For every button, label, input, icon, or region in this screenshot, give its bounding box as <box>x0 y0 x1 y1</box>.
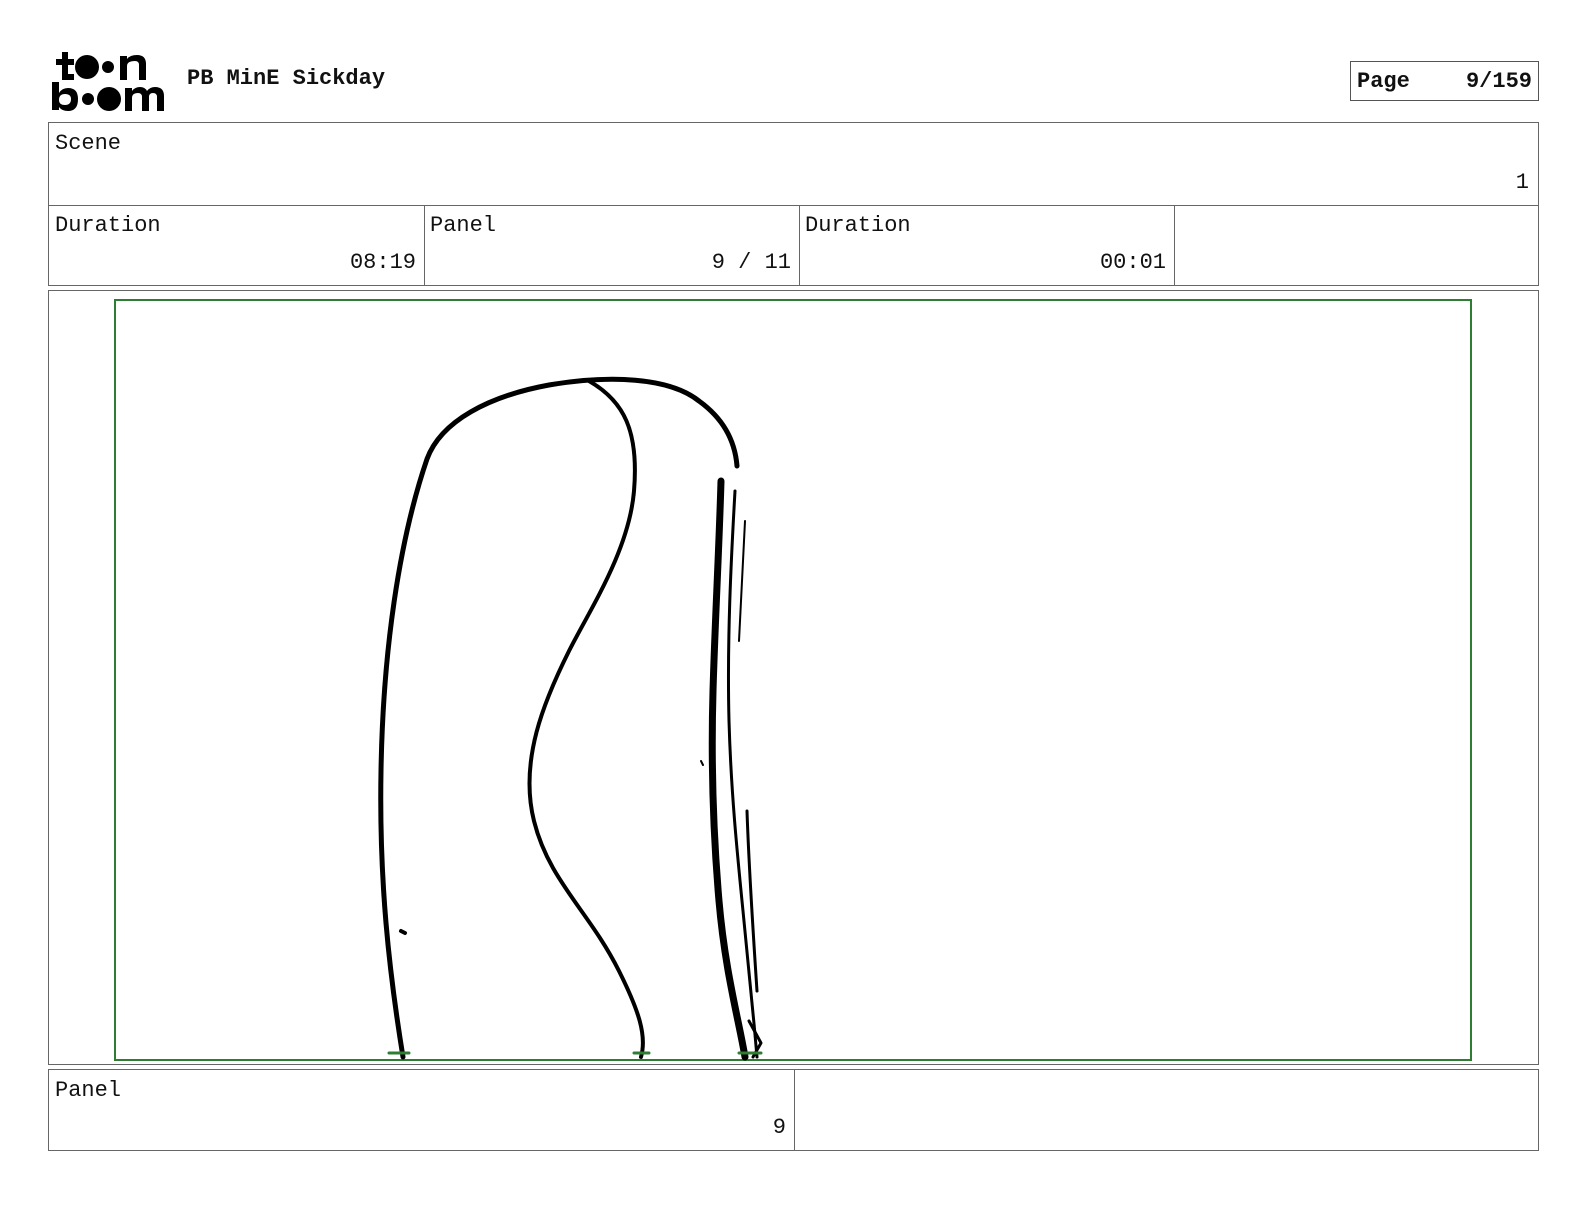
panel-duration-value: 00:01 <box>1099 250 1166 275</box>
panel-duration-label: Duration <box>805 213 911 238</box>
page-counter: Page 9/159 <box>1350 61 1539 101</box>
scene-label: Scene <box>55 131 122 156</box>
scene-number: 1 <box>1515 170 1529 195</box>
panel-notes-table: Panel 9 <box>48 1069 1539 1151</box>
extra-cell <box>1174 205 1537 285</box>
duration-cell: Duration 08:19 <box>49 205 424 285</box>
panel-value: 9 / 11 <box>711 250 791 275</box>
panel-label: Panel <box>430 213 497 238</box>
storyboard-image-frame <box>48 290 1539 1065</box>
panel-cell: Panel 9 / 11 <box>424 205 799 285</box>
footer-panel-label: Panel <box>55 1078 122 1103</box>
page-label: Page <box>1357 69 1410 94</box>
scene-info-table: Scene 1 Duration 08:19 Panel 9 / 11 Dura… <box>48 122 1539 286</box>
footer-notes-cell <box>794 1070 1537 1150</box>
panel-sketch <box>378 376 763 1061</box>
duration-label: Duration <box>55 213 161 238</box>
toonboom-logo-icon <box>52 52 164 111</box>
duration-value: 08:19 <box>349 250 416 275</box>
footer-panel-number: 9 <box>772 1115 786 1140</box>
panel-duration-cell: Duration 00:01 <box>799 205 1174 285</box>
footer-panel-cell: Panel 9 <box>49 1070 794 1150</box>
project-title: PB MinE Sickday <box>187 66 386 91</box>
page-number: 9/159 <box>1465 69 1532 94</box>
scene-cell: Scene 1 <box>49 123 1537 205</box>
